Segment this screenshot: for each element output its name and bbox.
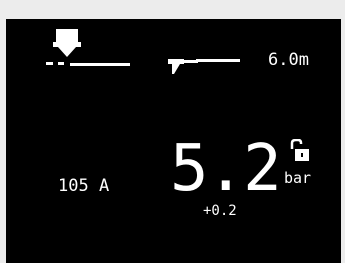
display-screen: 6.0m 105 A 5.2 bar +0.2 <box>6 19 341 263</box>
pressure-value: 5.2 <box>170 132 282 206</box>
hose-length-value: 6.0m <box>268 50 309 70</box>
pressure-unit: bar <box>284 169 312 187</box>
pressure-offset: +0.2 <box>203 203 237 219</box>
current-value: 105 A <box>58 176 110 196</box>
hose-icon <box>168 59 240 74</box>
welding-torch-icon <box>46 29 130 66</box>
device-frame: 6.0m 105 A 5.2 bar +0.2 <box>0 0 345 263</box>
unlocked-padlock-icon <box>290 139 309 161</box>
